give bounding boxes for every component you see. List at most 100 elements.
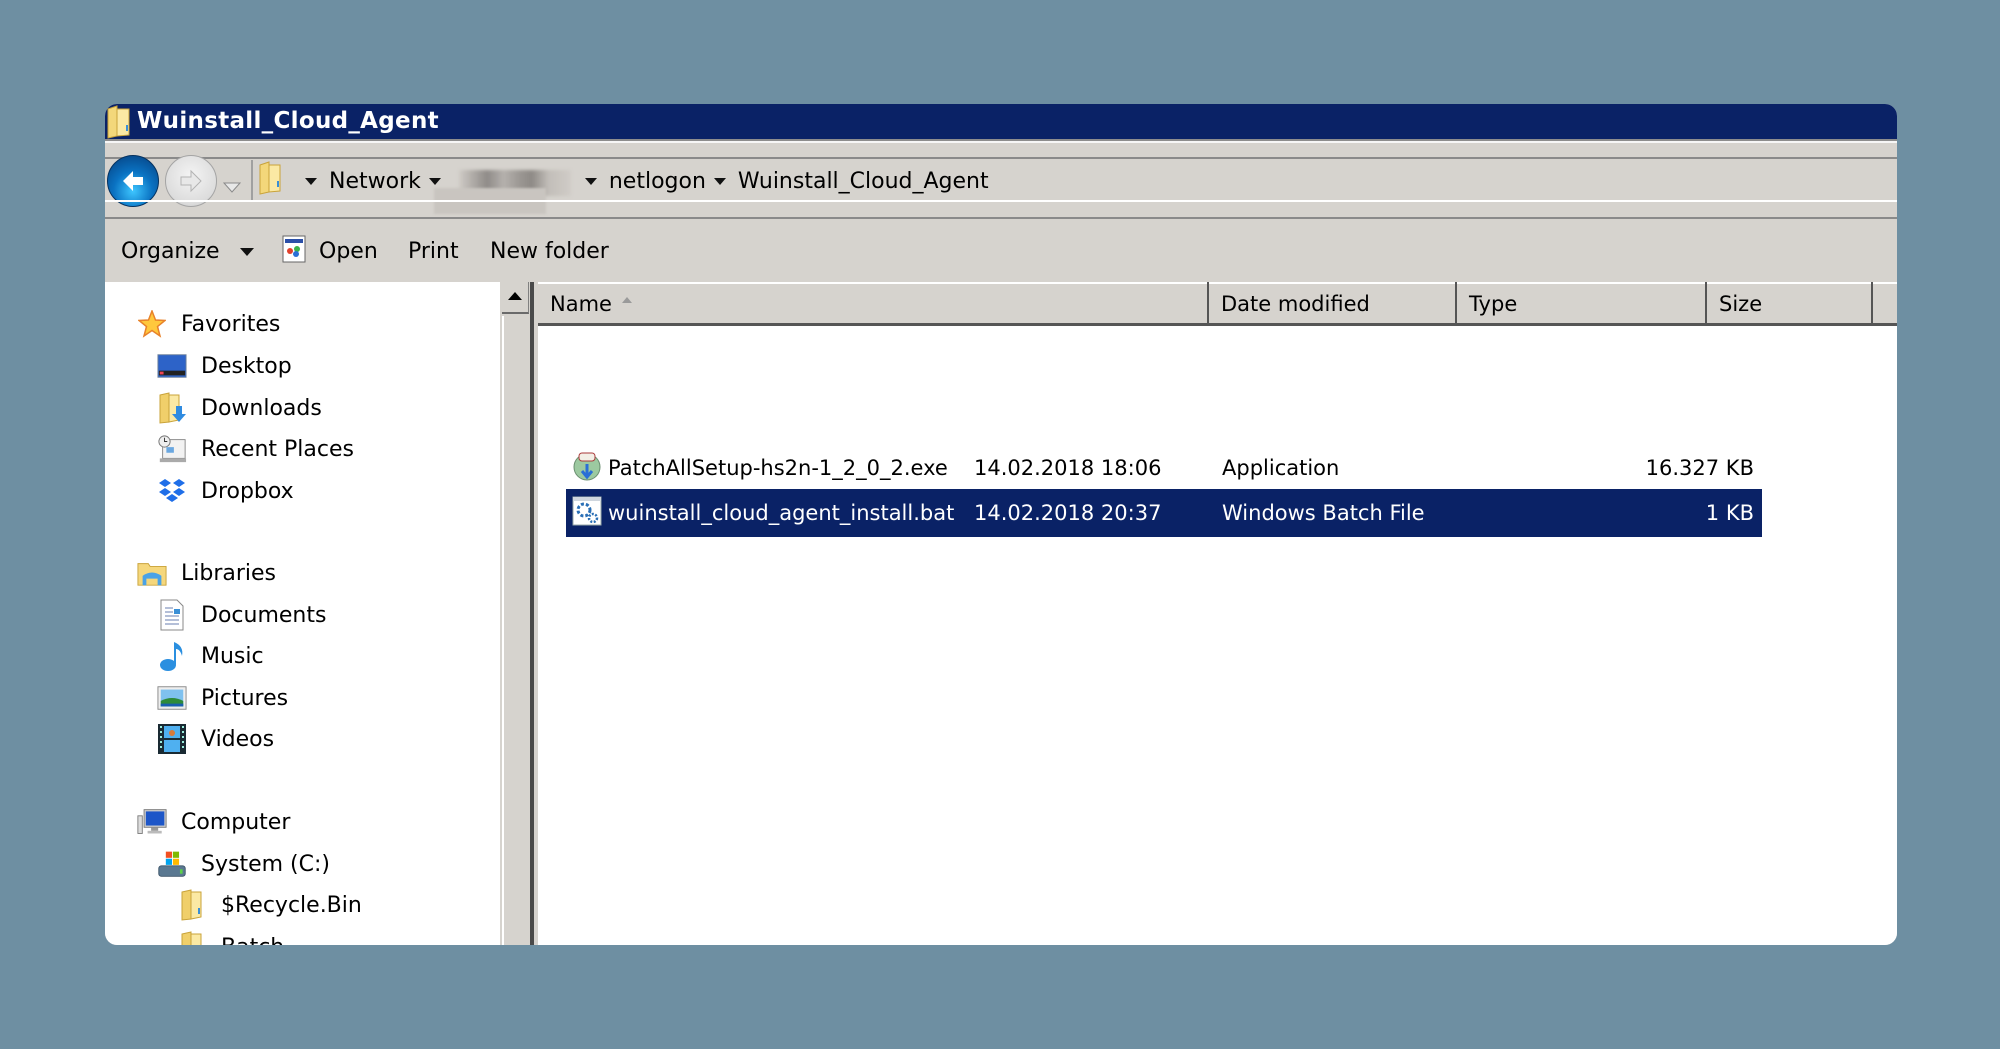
arrow-right-icon — [180, 169, 202, 193]
sidebar-label: Favorites — [181, 311, 281, 337]
sidebar-label: Pictures — [201, 685, 289, 711]
folder-icon — [257, 161, 283, 201]
column-header-filler — [1873, 282, 1897, 326]
sidebar-label: Computer — [181, 809, 291, 835]
breadcrumb-netlogon[interactable]: netlogon — [609, 169, 706, 194]
dropbox-icon — [157, 476, 187, 506]
sidebar-scrollbar[interactable] — [498, 282, 532, 945]
file-row-selected[interactable]: wuinstall_cloud_agent_install.bat 14.02.… — [566, 489, 1762, 537]
folder-icon — [105, 105, 133, 145]
open-icon — [282, 234, 308, 270]
star-icon — [137, 309, 167, 339]
breadcrumb-chevron-icon[interactable] — [428, 177, 441, 185]
sidebar-label: Desktop — [201, 353, 292, 379]
videos-icon — [157, 724, 187, 754]
sidebar-item-downloads[interactable]: Downloads — [157, 388, 322, 428]
sidebar-item-computer[interactable]: Computer — [137, 802, 290, 842]
desktop-icon — [157, 351, 187, 381]
sidebar-item-batch[interactable]: Batch — [177, 927, 284, 945]
folder-icon — [177, 931, 207, 945]
sidebar-label: Recent Places — [201, 436, 354, 462]
chevron-down-icon — [222, 182, 242, 193]
breadcrumb-chevron-icon[interactable] — [584, 177, 597, 185]
sidebar-item-desktop[interactable]: Desktop — [157, 346, 292, 386]
recent-places-icon — [157, 434, 187, 464]
file-name-cell: PatchAllSetup-hs2n-1_2_0_2.exe — [572, 446, 948, 490]
navigation-bar: Network netlogon Wuinstall_Cloud_Agent — [105, 141, 1897, 219]
navigation-pane: Favorites Desktop Downloads Recent Place… — [105, 282, 498, 945]
file-date: 14.02.2018 20:37 — [974, 501, 1162, 525]
window-title: Wuinstall_Cloud_Agent — [137, 108, 439, 134]
sidebar-label: Documents — [201, 602, 327, 628]
column-date-label: Date modified — [1221, 291, 1370, 316]
redaction-blur — [434, 188, 546, 214]
breadcrumb-chevron-icon[interactable] — [305, 177, 317, 185]
breadcrumb: Network netlogon Wuinstall_Cloud_Agent — [253, 160, 989, 202]
chevron-down-icon — [239, 247, 254, 256]
folder-icon — [177, 889, 207, 921]
arrow-left-icon — [123, 171, 143, 191]
recent-pages-dropdown[interactable] — [222, 175, 242, 200]
organize-button[interactable]: Organize — [121, 219, 254, 284]
scrollbar-track[interactable] — [502, 316, 530, 945]
command-bar: Organize Open Print New folder — [105, 217, 1897, 284]
column-name-label: Name — [550, 291, 612, 316]
sidebar-item-videos[interactable]: Videos — [157, 719, 274, 759]
file-name: wuinstall_cloud_agent_install.bat — [608, 501, 955, 525]
sidebar-item-favorites[interactable]: Favorites — [137, 304, 280, 344]
title-bar[interactable]: Wuinstall_Cloud_Agent — [105, 104, 1897, 141]
print-label: Print — [408, 239, 459, 264]
music-icon — [157, 641, 187, 671]
back-button[interactable] — [107, 155, 159, 207]
forward-button[interactable] — [165, 155, 217, 207]
breadcrumb-chevron-icon[interactable] — [713, 177, 726, 185]
open-button[interactable]: Open — [282, 219, 378, 284]
batch-file-icon — [572, 496, 602, 531]
file-name-cell: wuinstall_cloud_agent_install.bat — [572, 489, 954, 537]
sidebar-item-system-c[interactable]: System (C:) — [157, 844, 330, 884]
sidebar-item-libraries[interactable]: Libraries — [137, 553, 276, 593]
file-list: Name Date modified Type Size PatchAllSet… — [538, 282, 1897, 945]
sidebar-item-pictures[interactable]: Pictures — [157, 678, 288, 718]
pictures-icon — [157, 683, 187, 713]
file-type: Application — [1222, 456, 1340, 480]
computer-icon — [137, 807, 167, 837]
sidebar-item-recycle-bin[interactable]: $Recycle.Bin — [177, 885, 362, 925]
downloads-icon — [157, 392, 187, 424]
file-size: 1 KB — [1705, 501, 1754, 525]
sidebar-label: Dropbox — [201, 478, 294, 504]
file-type: Windows Batch File — [1222, 501, 1425, 525]
sidebar-item-documents[interactable]: Documents — [157, 595, 326, 635]
column-header-size[interactable]: Size — [1707, 282, 1873, 326]
file-size: 16.327 KB — [1645, 456, 1754, 480]
column-size-label: Size — [1719, 291, 1763, 316]
installer-icon — [572, 450, 602, 487]
file-row[interactable]: PatchAllSetup-hs2n-1_2_0_2.exe 14.02.201… — [566, 446, 1762, 490]
sidebar-label: Batch — [221, 935, 284, 946]
breadcrumb-current-folder[interactable]: Wuinstall_Cloud_Agent — [738, 169, 989, 194]
sidebar-label: Videos — [201, 726, 275, 752]
sort-ascending-icon — [621, 296, 632, 303]
explorer-window: Wuinstall_Cloud_Agent Network netlogon W… — [105, 104, 1897, 945]
organize-label: Organize — [121, 239, 220, 264]
scroll-up-button[interactable] — [502, 282, 529, 314]
sidebar-item-recent-places[interactable]: Recent Places — [157, 429, 354, 469]
open-label: Open — [319, 239, 378, 264]
column-header-date-modified[interactable]: Date modified — [1209, 282, 1457, 326]
sidebar-label: Downloads — [201, 395, 322, 421]
sidebar-label: System (C:) — [201, 851, 330, 877]
column-type-label: Type — [1469, 291, 1518, 316]
file-date: 14.02.2018 18:06 — [974, 456, 1162, 480]
column-header-name[interactable]: Name — [538, 282, 1209, 326]
drive-icon — [157, 849, 187, 879]
sidebar-item-dropbox[interactable]: Dropbox — [157, 471, 294, 511]
new-folder-button[interactable]: New folder — [490, 219, 609, 284]
print-button[interactable]: Print — [408, 219, 459, 284]
column-header-type[interactable]: Type — [1457, 282, 1707, 326]
breadcrumb-network[interactable]: Network — [329, 169, 421, 194]
libraries-icon — [137, 558, 167, 588]
new-folder-label: New folder — [490, 239, 609, 264]
sidebar-label: Libraries — [181, 560, 277, 586]
sidebar-item-music[interactable]: Music — [157, 636, 264, 676]
documents-icon — [157, 599, 187, 631]
